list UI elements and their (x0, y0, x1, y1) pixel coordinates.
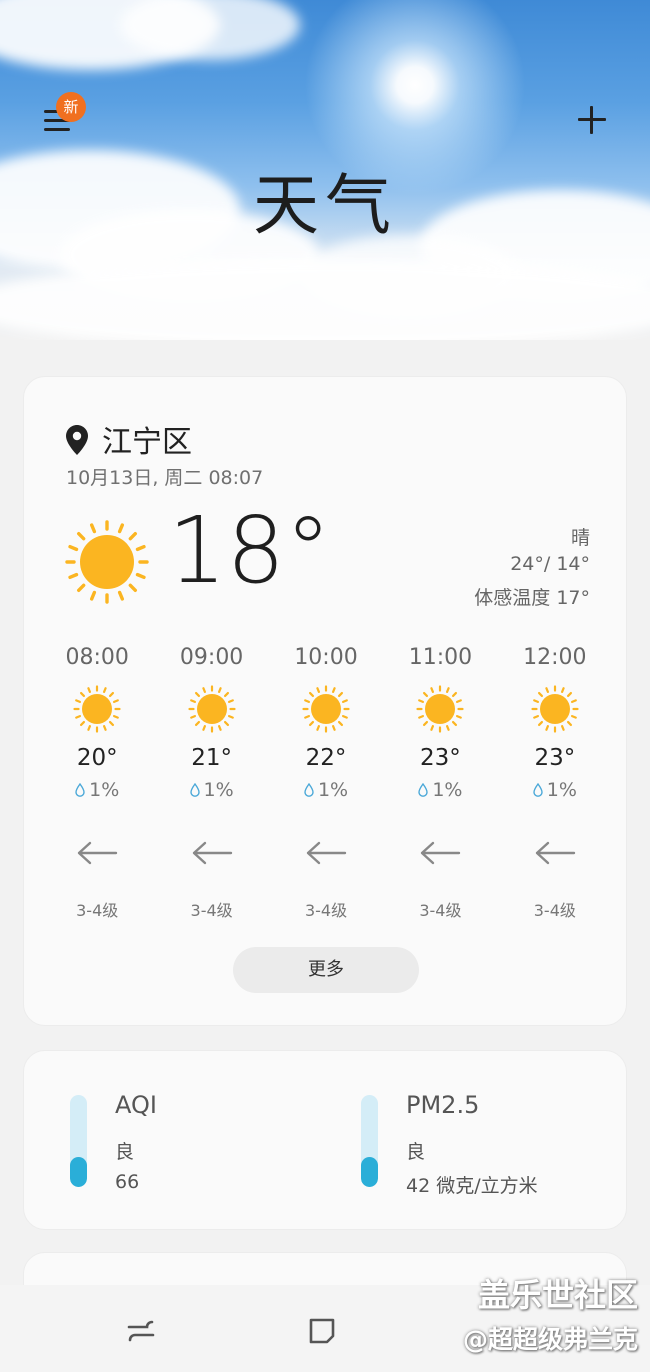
hour-temperature: 23° (420, 745, 461, 771)
hour-precipitation: 1% (498, 779, 612, 801)
sunny-icon (302, 685, 350, 733)
watermark-community: 盖乐世社区 (477, 1276, 638, 1314)
hour-temperature: 23° (534, 745, 576, 771)
hour-time: 12:00 (523, 645, 587, 670)
wind-level: 3-4级 (76, 901, 119, 920)
location-name: 江宁区 (102, 425, 192, 460)
aqi-block: AQI 良 66 (70, 1091, 330, 1193)
aqi-value: 66 (115, 1171, 140, 1193)
hourly-forecast: 08:00 20° 1% 3-4级 09:00 21° 1% 3-4级 10:0… (40, 645, 612, 925)
arrow-left-icon (535, 841, 576, 865)
pm25-block: PM2.5 良 42 微克/立方米 (361, 1091, 621, 1197)
raindrop-icon (304, 783, 314, 797)
more-button[interactable]: 更多 (233, 947, 419, 993)
add-city-button[interactable] (576, 104, 608, 136)
pm25-level: 良 (406, 1141, 426, 1163)
watermark-user: @超超级弗兰克 (462, 1325, 638, 1354)
arrow-left-icon (192, 841, 232, 865)
location-pin-icon (66, 425, 88, 455)
hour-item: 12:00 23° 1% 3-4级 (498, 645, 612, 925)
current-weather-card[interactable]: 江宁区 10月13日, 周二 08:07 18° 晴 24°/ 14° 体感温度… (23, 376, 627, 1026)
pm25-gauge-fill (361, 1156, 378, 1187)
wind-level: 3-4级 (533, 901, 576, 920)
wind-level: 3-4级 (304, 901, 348, 920)
feels-like: 体感温度 17° (474, 587, 590, 609)
sunny-icon (531, 685, 579, 733)
hour-precipitation: 1% (40, 779, 154, 801)
hour-item: 11:00 23° 1% 3-4级 (383, 645, 497, 925)
hour-item: 10:00 22° 1% 3-4级 (269, 645, 383, 925)
raindrop-icon (75, 783, 85, 797)
air-quality-card[interactable]: AQI 良 66 PM2.5 良 42 微克/立方米 (23, 1050, 627, 1230)
current-temperature: 18° (168, 497, 332, 604)
hour-time: 10:00 (294, 645, 358, 670)
arrow-left-icon (78, 841, 118, 865)
update-datetime: 10月13日, 周二 08:07 (66, 467, 264, 489)
sunny-icon (188, 685, 236, 733)
sunny-icon (65, 520, 149, 604)
sunny-icon (416, 685, 465, 733)
hour-temperature: 21° (191, 745, 232, 771)
hour-precipitation: 1% (154, 779, 268, 801)
arrow-left-icon (306, 841, 347, 865)
page-title: 天气 (253, 167, 397, 244)
aqi-gauge (70, 1095, 87, 1187)
aqi-label: AQI (115, 1091, 157, 1119)
raindrop-icon (418, 783, 429, 797)
pm25-label: PM2.5 (406, 1091, 480, 1119)
hour-time: 09:00 (179, 645, 244, 670)
wind-level: 3-4级 (419, 901, 462, 920)
hour-temperature: 20° (76, 745, 118, 771)
hour-precipitation: 1% (269, 779, 383, 801)
raindrop-icon (533, 783, 543, 797)
wind-level: 3-4级 (190, 901, 233, 920)
recent-apps-icon[interactable] (123, 1313, 159, 1349)
hour-item: 09:00 21° 1% 3-4级 (154, 645, 268, 925)
aqi-level: 良 (115, 1141, 135, 1163)
pm25-gauge (361, 1095, 378, 1187)
home-icon[interactable] (304, 1313, 340, 1349)
hour-precipitation: 1% (383, 779, 497, 801)
sunny-icon (73, 685, 121, 733)
hour-temperature: 22° (305, 745, 347, 771)
raindrop-icon (189, 783, 200, 797)
hour-item: 08:00 20° 1% 3-4级 (40, 645, 154, 925)
new-badge: 新 (56, 92, 86, 122)
temperature-range: 24°/ 14° (510, 553, 590, 575)
weather-condition: 晴 (570, 527, 590, 549)
aqi-gauge-fill (70, 1156, 87, 1187)
hour-time: 11:00 (408, 645, 473, 670)
pm25-value: 42 微克/立方米 (406, 1175, 538, 1197)
hour-time: 08:00 (65, 645, 129, 670)
arrow-left-icon (421, 841, 461, 865)
